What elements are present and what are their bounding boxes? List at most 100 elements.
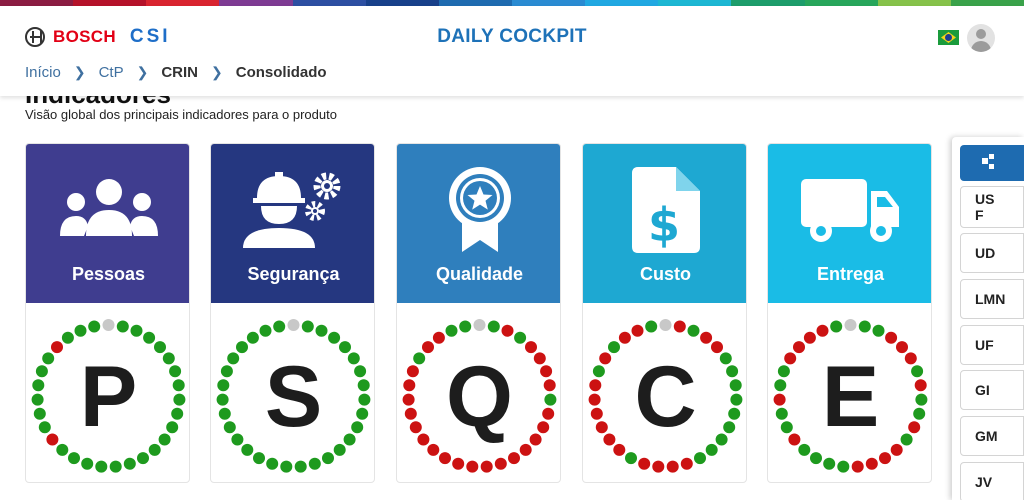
day-dot-red[interactable]	[403, 379, 416, 392]
day-dot-green[interactable]	[35, 365, 48, 378]
indicator-card-custo[interactable]: $ Custo C	[582, 143, 747, 483]
day-dot-green[interactable]	[31, 393, 44, 406]
day-dot-green[interactable]	[608, 341, 620, 354]
day-dot-green[interactable]	[246, 331, 259, 344]
day-dot-green[interactable]	[333, 443, 346, 456]
day-dot-red[interactable]	[409, 421, 422, 434]
day-dot-green[interactable]	[88, 320, 101, 333]
day-dot-empty[interactable]	[659, 319, 672, 331]
day-dot-red[interactable]	[914, 379, 927, 392]
day-dot-red[interactable]	[466, 460, 479, 473]
brand-logo[interactable]: BOSCH CSI	[25, 26, 171, 48]
day-dot-red[interactable]	[537, 421, 550, 434]
day-dot-green[interactable]	[130, 324, 143, 337]
day-dot-empty[interactable]	[287, 319, 300, 331]
day-dot-red[interactable]	[432, 331, 445, 344]
day-dot-green[interactable]	[171, 407, 184, 420]
day-dot-red[interactable]	[590, 407, 603, 420]
day-dot-green[interactable]	[592, 365, 605, 378]
day-dot-red[interactable]	[427, 443, 440, 456]
day-dot-green[interactable]	[777, 365, 790, 378]
day-dot-green[interactable]	[459, 320, 472, 333]
day-dot-green[interactable]	[148, 443, 161, 456]
day-dot-red[interactable]	[603, 433, 616, 446]
day-dot-red[interactable]	[711, 341, 723, 354]
day-dot-green[interactable]	[109, 460, 122, 473]
day-dot-green[interactable]	[137, 452, 149, 465]
day-dot-red[interactable]	[595, 421, 608, 434]
sidebar-item-gm[interactable]: GM	[960, 416, 1024, 456]
day-dot-green[interactable]	[915, 393, 928, 406]
day-dot-green[interactable]	[143, 331, 156, 344]
day-dot-green[interactable]	[259, 324, 272, 337]
day-dot-green[interactable]	[162, 352, 175, 365]
day-dot-green[interactable]	[273, 320, 286, 333]
day-dot-red[interactable]	[673, 320, 686, 333]
day-dot-red[interactable]	[652, 460, 665, 473]
sidebar-item-usf[interactable]: US F	[960, 186, 1024, 228]
sidebar-item-gi[interactable]: GI	[960, 370, 1024, 410]
day-dot-green[interactable]	[357, 379, 370, 392]
day-dot-green[interactable]	[625, 452, 637, 465]
day-dot-red[interactable]	[700, 331, 713, 344]
day-dot-red[interactable]	[529, 433, 542, 446]
day-dot-red[interactable]	[803, 331, 816, 344]
day-dot-red[interactable]	[533, 352, 546, 365]
day-dot-red[interactable]	[618, 331, 631, 344]
sidebar-item-jv[interactable]: JV	[960, 462, 1024, 500]
day-dot-green[interactable]	[354, 365, 367, 378]
day-dot-red[interactable]	[638, 457, 651, 470]
day-dot-red[interactable]	[51, 341, 63, 354]
day-dot-green[interactable]	[728, 407, 741, 420]
day-dot-red[interactable]	[46, 433, 59, 446]
sidebar-item-ud[interactable]: UD	[960, 233, 1024, 273]
sidebar-item-uf[interactable]: UF	[960, 325, 1024, 365]
day-dot-green[interactable]	[911, 365, 924, 378]
day-dot-green[interactable]	[913, 407, 926, 420]
day-dot-red[interactable]	[879, 452, 891, 465]
day-dot-green[interactable]	[413, 352, 426, 365]
day-dot-green[interactable]	[154, 341, 166, 354]
day-dot-green[interactable]	[220, 365, 233, 378]
day-dot-red[interactable]	[542, 407, 555, 420]
day-dot-red[interactable]	[613, 443, 626, 456]
day-dot-red[interactable]	[422, 341, 434, 354]
day-dot-red[interactable]	[494, 457, 507, 470]
day-dot-red[interactable]	[885, 331, 898, 344]
breadcrumb-ctp[interactable]: CtP	[99, 64, 124, 81]
day-dot-red[interactable]	[666, 460, 679, 473]
day-dot-green[interactable]	[645, 320, 658, 333]
day-dot-green[interactable]	[42, 352, 55, 365]
day-dot-green[interactable]	[61, 331, 74, 344]
day-dot-red[interactable]	[793, 341, 805, 354]
day-dot-green[interactable]	[301, 320, 314, 333]
day-dot-red[interactable]	[773, 393, 786, 406]
day-dot-green[interactable]	[823, 457, 836, 470]
day-dot-green[interactable]	[487, 320, 500, 333]
day-dot-green[interactable]	[32, 379, 45, 392]
day-dot-green[interactable]	[730, 393, 743, 406]
day-dot-green[interactable]	[343, 433, 356, 446]
day-dot-green[interactable]	[694, 452, 706, 465]
day-dot-green[interactable]	[68, 452, 80, 465]
day-dot-green[interactable]	[339, 341, 351, 354]
day-dot-green[interactable]	[358, 393, 371, 406]
day-dot-green[interactable]	[715, 433, 728, 446]
day-dot-green[interactable]	[308, 457, 321, 470]
day-dot-green[interactable]	[266, 457, 279, 470]
day-dot-green[interactable]	[328, 331, 341, 344]
day-dot-green[interactable]	[356, 407, 369, 420]
day-dot-green[interactable]	[687, 324, 700, 337]
day-dot-red[interactable]	[402, 393, 415, 406]
day-dot-red[interactable]	[543, 379, 556, 392]
day-dot-green[interactable]	[705, 443, 718, 456]
day-dot-red[interactable]	[452, 457, 465, 470]
day-dot-green[interactable]	[123, 457, 136, 470]
day-dot-empty[interactable]	[473, 319, 486, 331]
day-dot-green[interactable]	[223, 421, 236, 434]
day-dot-green[interactable]	[236, 341, 248, 354]
day-dot-green[interactable]	[775, 407, 788, 420]
indicator-card-entrega[interactable]: Entrega E	[767, 143, 932, 483]
indicator-card-pessoas[interactable]: Pessoas P	[25, 143, 190, 483]
day-dot-red[interactable]	[588, 393, 601, 406]
